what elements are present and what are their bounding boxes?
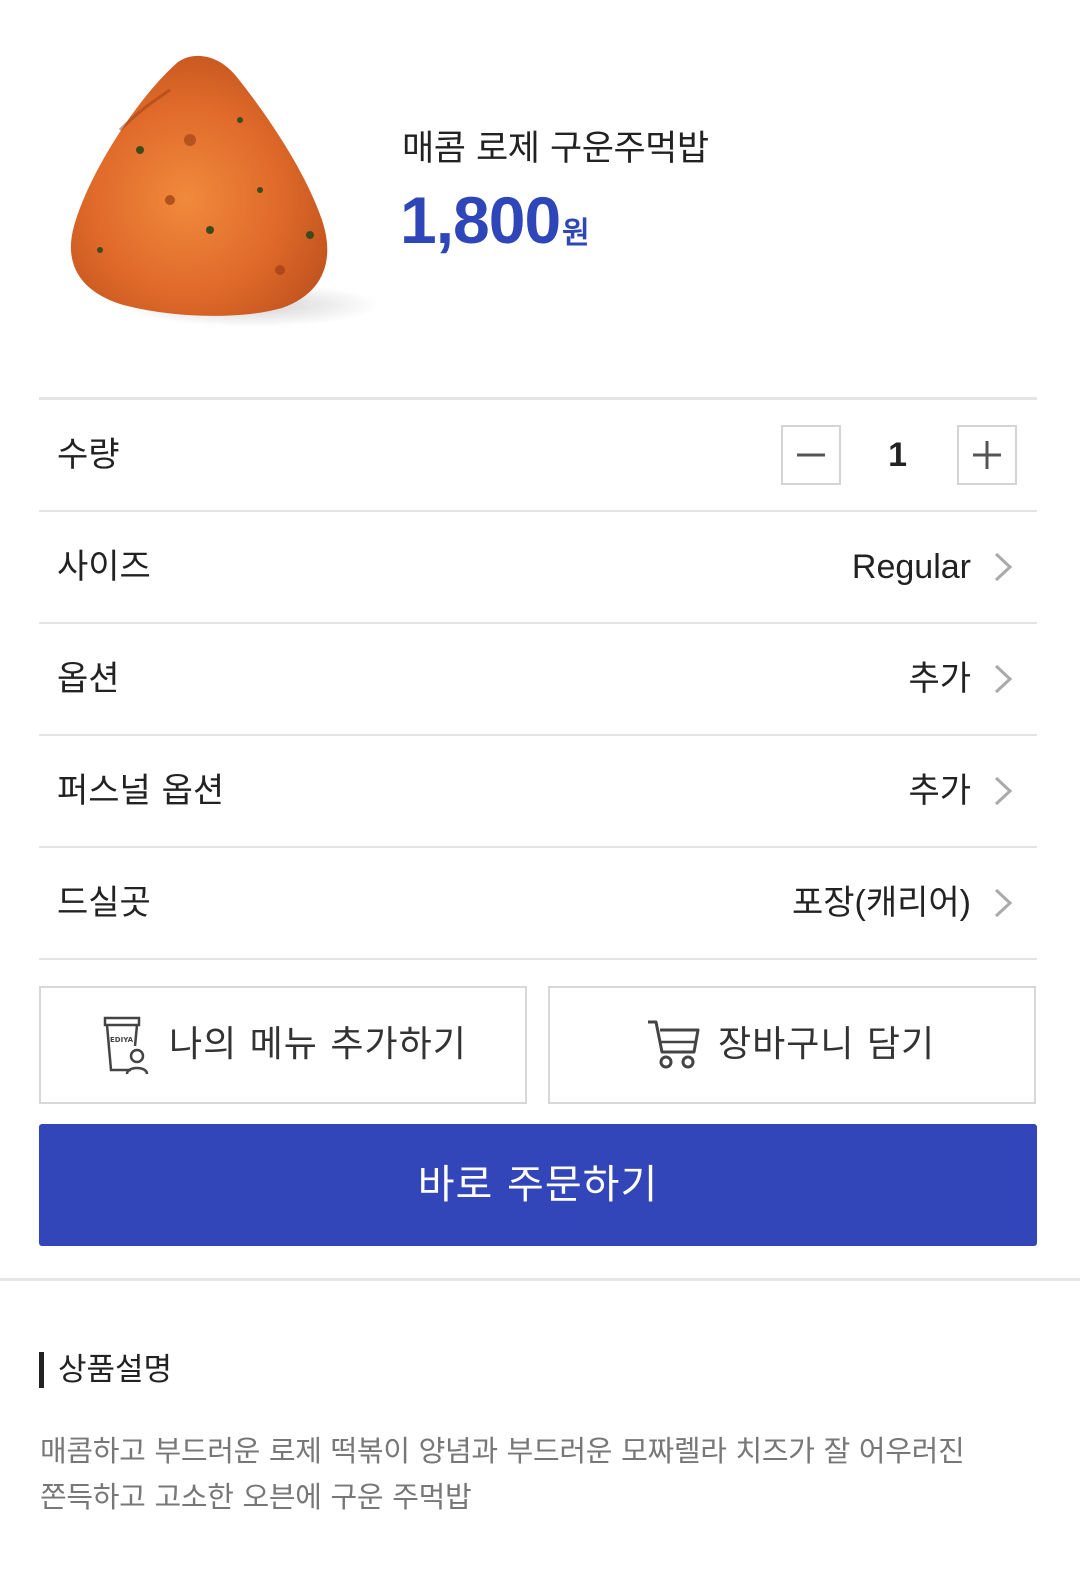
- description-line-1: 매콤하고 부드러운 로제 떡볶이 양념과 부드러운 모짜렐라 치즈가 잘 어우러…: [40, 1434, 965, 1468]
- minus-icon: [797, 453, 825, 457]
- product-price: 1,800원: [400, 182, 590, 258]
- size-value: Regular: [851, 548, 971, 586]
- chevron-right-icon: [994, 664, 1013, 694]
- option-row[interactable]: 옵션 추가: [39, 624, 1037, 736]
- product-image: [70, 55, 380, 327]
- chevron-right-icon: [994, 552, 1013, 582]
- add-to-cart-button[interactable]: 장바구니 담기: [548, 986, 1036, 1104]
- personal-option-row[interactable]: 퍼스널 옵션 추가: [39, 736, 1037, 848]
- add-my-menu-button[interactable]: EDIYA 나의 메뉴 추가하기: [39, 986, 527, 1104]
- option-label: 옵션: [57, 659, 120, 699]
- description-text: 매콤하고 부드러운 로제 떡볶이 양념과 부드러운 모짜렐라 치즈가 잘 어우러…: [40, 1428, 1040, 1520]
- price-value: 1,800: [400, 183, 561, 257]
- product-header: 매콤 로제 구운주먹밥 1,800원: [0, 0, 1080, 380]
- size-row[interactable]: 사이즈 Regular: [39, 512, 1037, 624]
- dine-place-value: 포장(캐리어): [791, 884, 971, 922]
- size-label: 사이즈: [57, 547, 151, 587]
- personal-option-value: 추가: [908, 772, 971, 810]
- ediya-cup-icon: EDIYA: [103, 1016, 149, 1075]
- action-buttons: EDIYA 나의 메뉴 추가하기 장바구니 담기: [39, 986, 1037, 1104]
- product-name: 매콤 로제 구운주먹밥: [402, 129, 709, 169]
- order-options: 수량 1 사이즈 Regular 옵션 추가 퍼스널 옵션 추가 드실곳 포장(…: [39, 397, 1037, 960]
- quantity-value: 1: [888, 436, 907, 474]
- plus-icon: [973, 441, 1001, 469]
- dine-place-label: 드실곳: [57, 883, 151, 923]
- description-title: 상품설명: [39, 1352, 172, 1388]
- order-now-button[interactable]: 바로 주문하기: [39, 1124, 1037, 1246]
- option-value: 추가: [908, 660, 971, 698]
- chevron-right-icon: [994, 888, 1013, 918]
- cup-logo-text: EDIYA: [110, 1036, 134, 1044]
- quantity-row: 수량 1: [39, 400, 1037, 512]
- order-now-label: 바로 주문하기: [417, 1162, 659, 1208]
- add-to-cart-label: 장바구니 담기: [718, 1024, 936, 1065]
- chevron-right-icon: [994, 776, 1013, 806]
- dine-place-row[interactable]: 드실곳 포장(캐리어): [39, 848, 1037, 960]
- personal-option-label: 퍼스널 옵션: [57, 771, 225, 811]
- price-unit: 원: [562, 216, 590, 251]
- add-my-menu-label: 나의 메뉴 추가하기: [169, 1024, 467, 1065]
- cart-icon: [648, 1020, 700, 1069]
- increase-quantity-button[interactable]: [957, 425, 1017, 485]
- description-line-2: 쫀득하고 고소한 오븐에 구운 주먹밥: [40, 1480, 472, 1514]
- section-divider: [0, 1278, 1080, 1281]
- quantity-label: 수량: [57, 435, 120, 475]
- decrease-quantity-button[interactable]: [781, 425, 841, 485]
